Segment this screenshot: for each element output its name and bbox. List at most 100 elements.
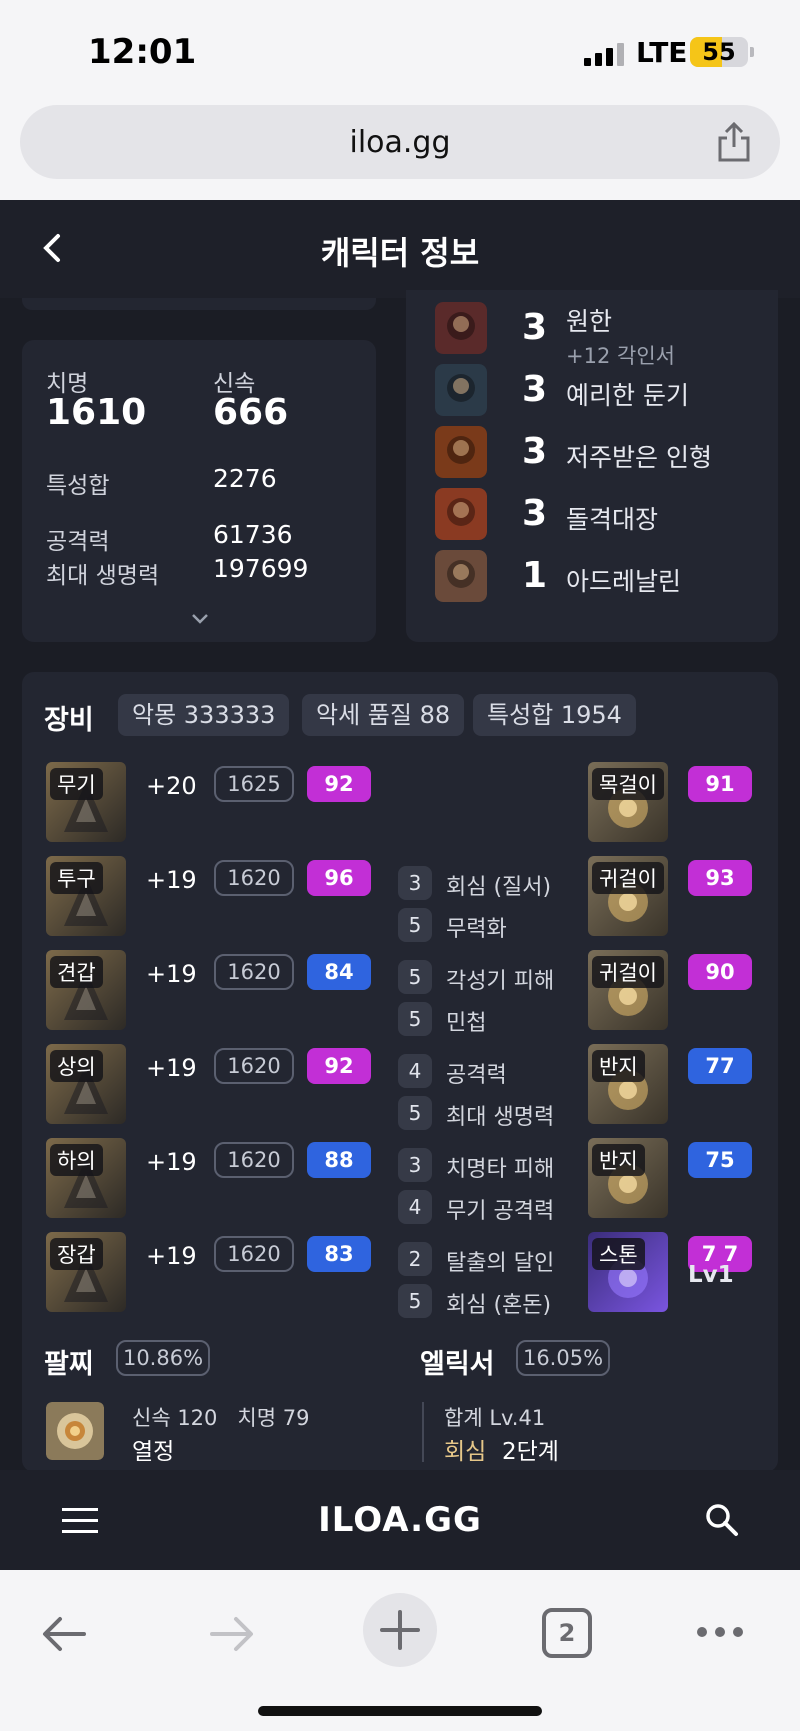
- effect-name: 각성기 피해: [446, 969, 555, 994]
- accessory-icon[interactable]: 반지: [588, 1138, 668, 1218]
- effect-level: 5: [398, 1002, 432, 1036]
- chevron-down-icon[interactable]: [190, 612, 210, 626]
- effect-level: 4: [398, 1190, 432, 1224]
- page-title: 캐릭터 정보: [320, 234, 480, 272]
- elixir-percent: 16.05%: [516, 1340, 610, 1376]
- tab-count-icon[interactable]: 2: [542, 1608, 592, 1658]
- engraving-level: 3: [522, 369, 548, 410]
- status-bar: 12:01 LTE 55: [0, 0, 800, 100]
- accessory-quality: 93: [688, 860, 752, 896]
- bracelet-icon[interactable]: [46, 1402, 104, 1460]
- engraving-level: 3: [522, 431, 548, 472]
- bracelet-effect: 열정: [132, 1439, 175, 1465]
- elixir-effect-name: 회심: [444, 1439, 487, 1465]
- effect-name: 최대 생명력: [446, 1105, 555, 1130]
- stone-icon[interactable]: 스톤: [588, 1232, 668, 1312]
- effect-level: 4: [398, 1054, 432, 1088]
- effect-name: 공격력: [446, 1063, 507, 1088]
- accessory-quality: 91: [688, 766, 752, 802]
- gear-item-level: 1625: [214, 766, 294, 802]
- back-icon[interactable]: [40, 1614, 88, 1654]
- accessory-icon[interactable]: 반지: [588, 1044, 668, 1124]
- home-indicator: [258, 1706, 542, 1716]
- gear-enhance: +19: [146, 960, 197, 988]
- gear-slot-icon[interactable]: 무기: [46, 762, 126, 842]
- engraving-row[interactable]: 1 아드레날린: [430, 550, 760, 604]
- gear-enhance: +19: [146, 866, 197, 894]
- adrenaline-icon: [435, 550, 487, 602]
- gear-slot-icon[interactable]: 장갑: [46, 1232, 126, 1312]
- effect-level: 2: [398, 1242, 432, 1276]
- site-logo[interactable]: ILOA.GG: [0, 1500, 800, 1540]
- engraving-name: 아드레날린: [566, 567, 682, 596]
- attack-value: 61736: [213, 520, 293, 549]
- gear-item-level: 1620: [214, 1142, 294, 1178]
- accessory-slot-label: 목걸이: [592, 768, 664, 800]
- elixir-title: 엘릭서: [420, 1349, 495, 1380]
- engravings-card: 3 원한+12 각인서 3 예리한 둔기 3 저주받은 인형 3 돌격대장 1: [406, 290, 778, 642]
- bracelet-title: 팔찌: [44, 1349, 94, 1380]
- accessory-slot-label: 귀걸이: [592, 862, 664, 894]
- effect-name: 무력화: [446, 917, 507, 942]
- engraving-name: 원한: [566, 307, 613, 336]
- effect-name: 민첩: [446, 1011, 487, 1036]
- swift-value: 666: [213, 392, 289, 433]
- cell-signal-icon: [584, 42, 624, 66]
- stone-level: Lv1: [688, 1262, 734, 1288]
- gear-slot-label: 상의: [50, 1050, 103, 1082]
- accessory-icon[interactable]: 귀걸이: [588, 950, 668, 1030]
- address-bar[interactable]: iloa.gg: [20, 105, 780, 179]
- accessory-quality: 75: [688, 1142, 752, 1178]
- raid-captain-icon: [435, 488, 487, 540]
- accessory-quality: 77: [688, 1048, 752, 1084]
- hp-label: 최대 생명력: [46, 563, 160, 589]
- engraving-row[interactable]: 3 돌격대장: [430, 488, 760, 542]
- gear-item-level: 1620: [214, 860, 294, 896]
- total-stat-value: 2276: [213, 464, 277, 493]
- elixir-effect-level: 2단계: [502, 1439, 559, 1465]
- more-options-icon[interactable]: [696, 1624, 744, 1640]
- gear-quality: 92: [307, 1048, 371, 1084]
- pill-accessory-stats: 특성합 1954: [473, 694, 636, 736]
- gear-slot-icon[interactable]: 투구: [46, 856, 126, 936]
- share-icon[interactable]: [714, 121, 754, 163]
- accessory-icon[interactable]: 목걸이: [588, 762, 668, 842]
- hp-value: 197699: [213, 554, 309, 583]
- forward-icon[interactable]: [208, 1614, 256, 1654]
- app-bottom-bar: ILOA.GG: [0, 1470, 800, 1570]
- blunt-icon: [435, 364, 487, 416]
- engraving-row[interactable]: 3 저주받은 인형: [430, 426, 760, 480]
- effect-level: 3: [398, 1148, 432, 1182]
- pill-nightmare-set: 악몽 333333: [118, 694, 290, 736]
- app-header: 캐릭터 정보: [0, 200, 800, 298]
- effect-level: 5: [398, 1284, 432, 1318]
- elixir-total: 합계 Lv.41: [444, 1406, 546, 1430]
- gear-enhance: +19: [146, 1242, 197, 1270]
- effect-name: 무기 공격력: [446, 1199, 555, 1224]
- search-icon[interactable]: [704, 1502, 740, 1538]
- gear-slot-icon[interactable]: 견갑: [46, 950, 126, 1030]
- gear-enhance: +20: [146, 772, 197, 800]
- battery-icon: 55: [690, 37, 748, 67]
- bracelet-stats: 신속 120 치명 79: [132, 1406, 310, 1430]
- url-text: iloa.gg: [349, 125, 451, 160]
- battery-tip: [750, 47, 754, 57]
- gear-quality: 96: [307, 860, 371, 896]
- gear-slot-label: 견갑: [50, 956, 103, 988]
- engraving-name: 돌격대장: [566, 505, 659, 534]
- clock: 12:01: [88, 32, 197, 72]
- effect-name: 탈출의 달인: [446, 1251, 555, 1276]
- gear-slot-icon[interactable]: 하의: [46, 1138, 126, 1218]
- accessory-slot-label: 반지: [592, 1050, 645, 1082]
- engraving-row[interactable]: 3 예리한 둔기: [430, 364, 760, 418]
- bracelet-percent: 10.86%: [116, 1340, 210, 1376]
- crit-value: 1610: [46, 392, 147, 433]
- engraving-row[interactable]: 3 원한 +12 각인서: [430, 302, 760, 368]
- new-tab-icon[interactable]: [362, 1592, 438, 1668]
- gear-quality: 83: [307, 1236, 371, 1272]
- accessory-slot-label: 반지: [592, 1144, 645, 1176]
- engraving-level: 3: [522, 493, 548, 534]
- gear-enhance: +19: [146, 1148, 197, 1176]
- accessory-icon[interactable]: 귀걸이: [588, 856, 668, 936]
- gear-slot-icon[interactable]: 상의: [46, 1044, 126, 1124]
